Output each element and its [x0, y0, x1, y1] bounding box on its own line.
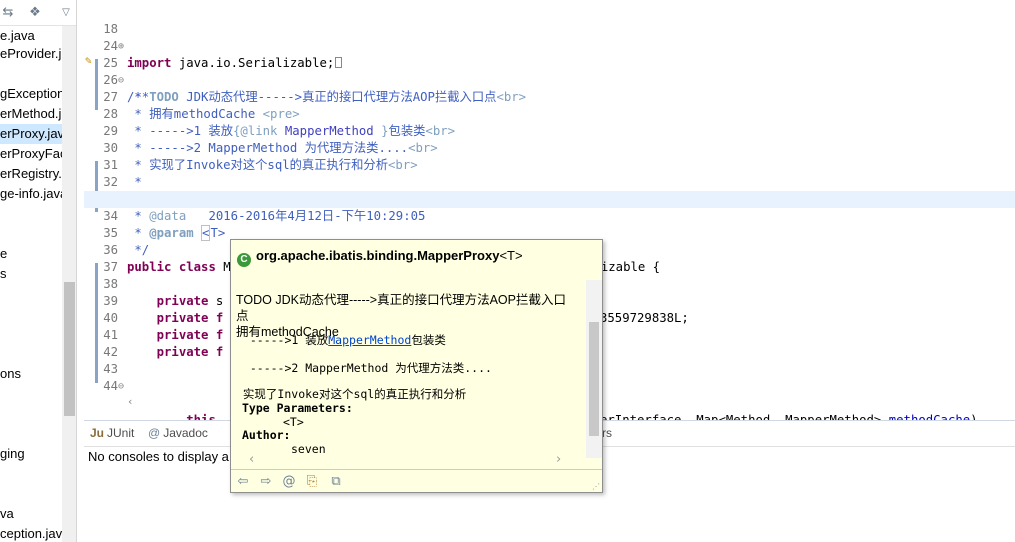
tree-item[interactable]: e: [0, 244, 7, 264]
type-param-value: <T>: [283, 415, 304, 429]
code-line: 28 * ----->1 装放{@link MapperMethod }包装类<…: [84, 89, 1015, 138]
explorer-toolbar: ⇆ ❖ ▽: [0, 0, 76, 26]
code-line: 18 ⊕ import java.io.Serializable;: [84, 4, 1015, 70]
package-explorer: ⇆ ❖ ▽ e.java eProvider.j gException erMe…: [0, 0, 77, 542]
code-line: 24: [84, 21, 1015, 53]
hover-toolbar: ⇦ ⇨ @ ⎘ ⧉ ⋰: [231, 469, 602, 492]
tree-item-selected[interactable]: erProxy.jav: [0, 124, 64, 144]
hover-para-1: TODO JDK动态代理----->真正的接口代理方法AOP拦截入口点: [236, 293, 566, 323]
item-text: 包装类: [411, 333, 446, 347]
collapse-icon[interactable]: ❖: [27, 5, 43, 21]
item-text: ----->1 装放: [236, 333, 329, 347]
author-label: Author:: [242, 428, 291, 442]
tab-label: rs: [602, 426, 612, 440]
view-menu-icon[interactable]: ▽: [58, 5, 74, 21]
scroll-right-icon[interactable]: ›: [556, 452, 561, 467]
tree-item[interactable]: e.java: [0, 26, 35, 46]
resize-grip-icon[interactable]: ⋰: [592, 482, 600, 491]
tree-item[interactable]: ons: [0, 364, 21, 384]
tree-item[interactable]: eProvider.j: [0, 44, 61, 64]
tree-item[interactable]: erRegistry.: [0, 164, 62, 184]
show-in-view-icon[interactable]: ⧉: [327, 474, 345, 490]
code-line: 35 */: [84, 208, 1015, 257]
code-line: 26 * TODO JDK动态代理----->真正的接口代理方法AOP拦截入口点…: [84, 55, 1015, 104]
tab-label: JUnit: [107, 426, 135, 440]
tab-javadoc[interactable]: @ Javadoc: [148, 426, 208, 440]
code-line-current: 34 * @param <T>: [84, 191, 1015, 241]
sync-icon[interactable]: ⇆: [0, 5, 16, 21]
tree-item[interactable]: gException: [0, 84, 64, 104]
tree-item[interactable]: ging: [0, 444, 25, 464]
explorer-scrollbar[interactable]: [62, 26, 76, 542]
tab-label: Javadoc: [163, 426, 208, 440]
junit-icon: Ju: [90, 426, 105, 440]
hover-item-2: ----->2 MapperMethod 为代理方法类....: [236, 361, 492, 375]
tab-junit[interactable]: Ju JUnit: [90, 426, 134, 440]
scrollbar-thumb[interactable]: [64, 282, 75, 416]
javadoc-view-icon[interactable]: @: [280, 474, 298, 490]
code-line: 32 * @author seven: [84, 157, 1015, 206]
console-message: No consoles to display a: [88, 449, 229, 464]
class-icon: C: [237, 253, 251, 267]
code-line: 30 * 实现了Invoke对这个sql的真正执行和分析<br>: [84, 123, 1015, 172]
hover-item-1: ----->1 装放MapperMethod包装类: [236, 332, 446, 348]
hover-title-generic: <T>: [499, 248, 523, 263]
tree-item[interactable]: va: [0, 504, 14, 524]
open-declaration-icon[interactable]: ⎘: [303, 474, 321, 490]
code-line: 27 * 拥有methodCache <pre>: [84, 72, 1015, 121]
type-params-label: Type Parameters:: [242, 401, 353, 415]
tree-item[interactable]: s: [0, 264, 7, 284]
tree-item[interactable]: ception.jav: [0, 524, 62, 542]
scroll-left-icon[interactable]: ‹: [127, 395, 134, 408]
tree-item[interactable]: erMethod.j: [0, 104, 61, 124]
mappermethod-link[interactable]: MapperMethod: [328, 333, 411, 347]
code-line: 33 * @data 2016-2016年4月12日-下午10:29:05: [84, 174, 1015, 223]
code-line: 25 ⊖ /**: [84, 38, 1015, 104]
tree-item[interactable]: ge-info.java: [0, 184, 67, 204]
hover-horizontal-scrollbar[interactable]: ‹ ›: [231, 452, 586, 468]
code-line: 31 *: [84, 140, 1015, 189]
tab-partial[interactable]: rs: [602, 426, 612, 440]
forward-icon[interactable]: ⇨: [257, 474, 275, 490]
javadoc-hover-popup[interactable]: Corg.apache.ibatis.binding.MapperProxy<T…: [230, 239, 603, 493]
javadoc-icon: @: [148, 426, 161, 440]
scroll-left-icon[interactable]: ‹: [249, 452, 254, 467]
hover-item-3: 实现了Invoke对这个sql的真正执行和分析: [236, 387, 467, 401]
hover-title-class: org.apache.ibatis.binding.MapperProxy: [256, 248, 500, 263]
tree-item[interactable]: erProxyFac: [0, 144, 66, 164]
code-line: 29 * ----->2 MapperMethod 为代理方法类....<br>: [84, 106, 1015, 155]
scrollbar-thumb[interactable]: [589, 322, 599, 436]
hover-title: Corg.apache.ibatis.binding.MapperProxy<T…: [237, 248, 523, 267]
back-icon[interactable]: ⇦: [234, 474, 252, 490]
hover-vertical-scrollbar[interactable]: [586, 280, 602, 458]
